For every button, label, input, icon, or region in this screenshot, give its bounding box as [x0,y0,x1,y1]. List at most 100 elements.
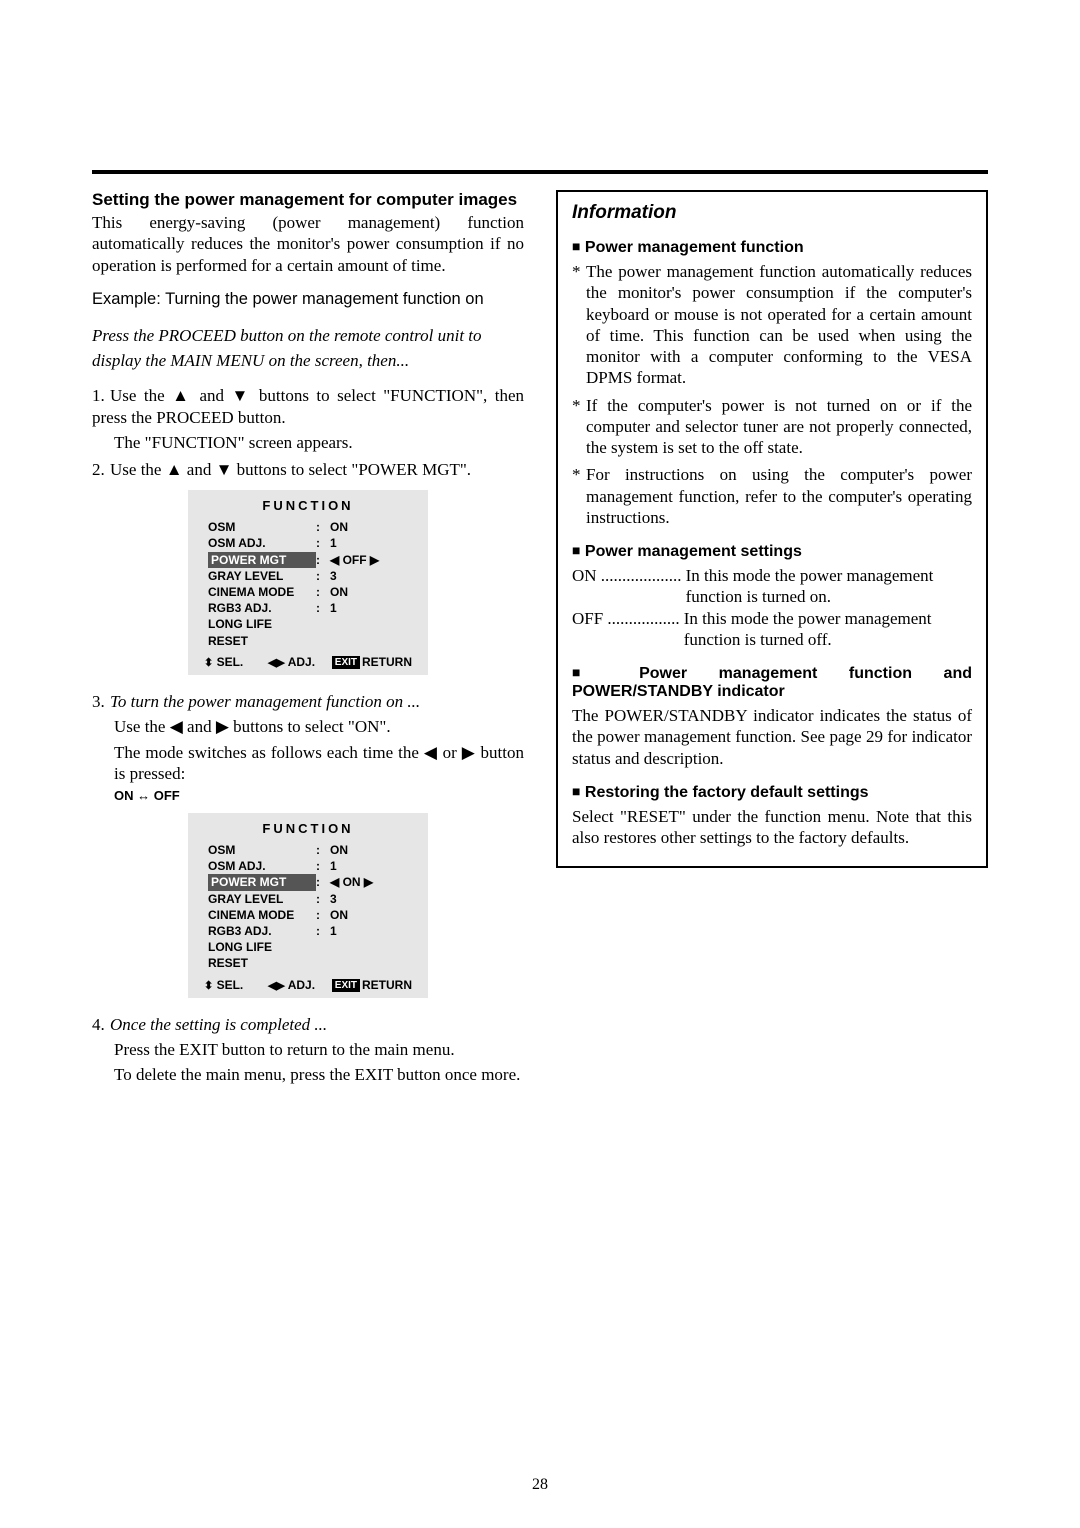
setting-off: OFF .................In this mode the po… [572,608,972,629]
menu-row-colon: : [316,858,330,874]
menu-row-colon: : [316,874,330,890]
menu-title-b: FUNCTION [188,821,428,836]
info-subhead-2: ■ Power management settings [572,542,972,561]
menu-return-b: EXITRETURN [332,978,412,992]
menu-row-label: GRAY LEVEL [208,891,316,907]
intro-text: This energy-saving (power management) fu… [92,212,524,276]
information-box: Information ■ Power management function … [556,190,988,868]
menu-row-colon: : [316,923,330,939]
menu-row-label: RESET [208,955,316,971]
info-title: Information [572,202,972,224]
menu-return: EXITRETURN [332,655,412,669]
info-bullet-2: *If the computer's power is not turned o… [572,395,972,459]
press-line-2: display the MAIN MENU on the screen, the… [92,350,524,371]
menu-row-label: POWER MGT [208,874,316,890]
menu-row-colon [316,616,330,632]
menu-row-colon: : [316,600,330,616]
step-3b: The mode switches as follows each time t… [92,742,524,785]
menu-adj-b: ◀▶ ADJ. [268,978,324,992]
info-p4: Select "RESET" under the function menu. … [572,806,972,849]
step-3a: Use the ◀ and ▶ buttons to select "ON". [92,716,524,737]
step-2: 2.Use the ▲ and ▼ buttons to select "POW… [92,459,524,480]
menu-row-label: RESET [208,633,316,649]
function-menu-off: FUNCTION OSM:ONOSM ADJ.:1POWER MGT:◀ OFF… [188,490,428,675]
menu-row-colon [316,633,330,649]
menu-row-label: OSM [208,842,316,858]
menu-row: RESET [208,955,408,971]
menu-row-label: POWER MGT [208,552,316,568]
menu-row-value: 1 [330,535,337,551]
menu-row-colon: : [316,535,330,551]
menu-row-value: 3 [330,568,337,584]
menu-row-value: 3 [330,891,337,907]
menu-row: RESET [208,633,408,649]
menu-row-value: ON [330,584,348,600]
menu-row: POWER MGT:◀ OFF ▶ [208,552,408,568]
menu-row: LONG LIFE [208,616,408,632]
menu-row-label: RGB3 ADJ. [208,600,316,616]
menu-adj: ◀▶ ADJ. [268,655,324,669]
menu-row-value: ON [330,907,348,923]
menu-sel: ⬍ SEL. [204,655,260,669]
menu-row: OSM ADJ.:1 [208,858,408,874]
menu-row-label: GRAY LEVEL [208,568,316,584]
menu-row-label: OSM ADJ. [208,858,316,874]
menu-row-colon [316,939,330,955]
step-4a: Press the EXIT button to return to the m… [92,1039,524,1060]
menu-row: GRAY LEVEL:3 [208,891,408,907]
menu-row-label: CINEMA MODE [208,907,316,923]
menu-row-value: 1 [330,923,337,939]
info-bullet-3: *For instructions on using the computer'… [572,464,972,528]
setting-on-cont: ON ...................function is turned… [572,586,972,607]
info-p3: The POWER/STANDBY indicator indicates th… [572,705,972,769]
menu-row-colon: : [316,519,330,535]
step-3: 3.To turn the power management function … [92,691,524,712]
menu-title: FUNCTION [188,498,428,513]
step-4: 4.Once the setting is completed ... [92,1014,524,1035]
menu-row: GRAY LEVEL:3 [208,568,408,584]
menu-row-colon: : [316,842,330,858]
menu-row-colon: : [316,907,330,923]
press-line-1: Press the PROCEED button on the remote c… [92,325,524,346]
menu-row-value: ON [330,842,348,858]
toggle-line: ON ↔ OFF [92,788,524,803]
menu-row: RGB3 ADJ.:1 [208,600,408,616]
menu-row: CINEMA MODE:ON [208,907,408,923]
menu-row: LONG LIFE [208,939,408,955]
step-3-title: To turn the power management function on… [110,692,420,711]
menu-row: OSM:ON [208,519,408,535]
function-menu-on: FUNCTION OSM:ONOSM ADJ.:1POWER MGT:◀ ON … [188,813,428,998]
menu-row: OSM:ON [208,842,408,858]
step-2-text: Use the ▲ and ▼ buttons to select "POWER… [110,460,471,479]
page-number: 28 [0,1476,1080,1494]
section-heading: Setting the power management for compute… [92,190,524,210]
step-1-result: The "FUNCTION" screen appears. [92,432,524,453]
setting-on: ON ...................In this mode the p… [572,565,972,586]
menu-row-colon: : [316,568,330,584]
menu-row-colon [316,955,330,971]
menu-row-colon: : [316,891,330,907]
menu-row: POWER MGT:◀ ON ▶ [208,874,408,890]
menu-row: RGB3 ADJ.:1 [208,923,408,939]
menu-row-label: LONG LIFE [208,616,316,632]
info-subhead-1: ■ Power management function [572,238,972,257]
setting-off-cont: OFF .................function is turned … [572,629,972,650]
menu-row-label: CINEMA MODE [208,584,316,600]
menu-row-label: OSM [208,519,316,535]
step-4b: To delete the main menu, press the EXIT … [92,1064,524,1085]
menu-row-label: LONG LIFE [208,939,316,955]
menu-row-value: 1 [330,600,337,616]
info-bullet-1: *The power management function automatic… [572,261,972,389]
menu-row-value: ◀ ON ▶ [330,874,373,890]
info-subhead-3: ■ Power management function and POWER/ST… [572,664,972,701]
example-text: Example: Turning the power management fu… [92,290,524,309]
menu-row-colon: : [316,584,330,600]
step-1-text: Use the ▲ and ▼ buttons to select "FUNCT… [92,386,524,426]
step-4-title: Once the setting is completed ... [110,1015,327,1034]
menu-row-label: OSM ADJ. [208,535,316,551]
menu-row-value: 1 [330,858,337,874]
menu-row-label: RGB3 ADJ. [208,923,316,939]
menu-sel-b: ⬍ SEL. [204,978,260,992]
info-subhead-4: ■ Restoring the factory default settings [572,783,972,802]
step-1: 1.Use the ▲ and ▼ buttons to select "FUN… [92,385,524,428]
